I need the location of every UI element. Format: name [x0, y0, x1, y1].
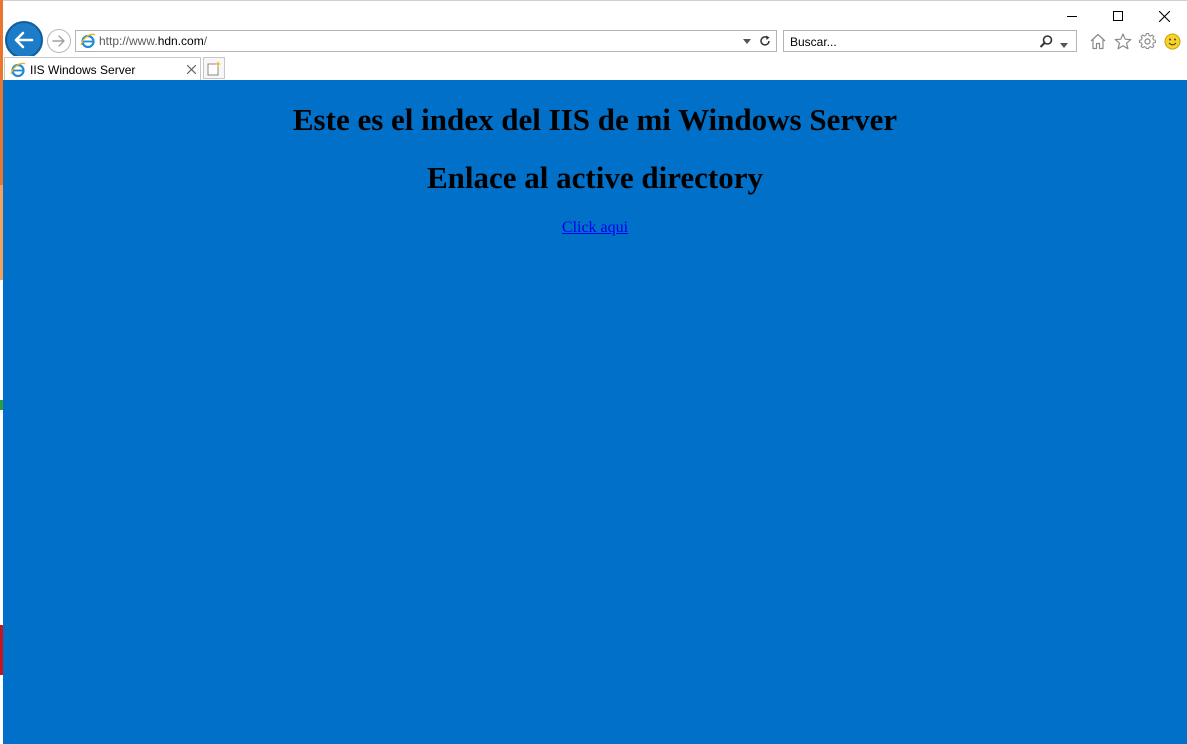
- window-caption-buttons: [1049, 1, 1187, 31]
- search-input[interactable]: [790, 34, 1030, 49]
- ie-icon: [80, 33, 96, 52]
- tab-bar: IIS Windows Server: [3, 56, 1187, 80]
- refresh-icon: [760, 35, 770, 46]
- minimize-button[interactable]: [1049, 1, 1095, 31]
- page-subheading: Enlace al active directory: [426, 160, 764, 195]
- close-button[interactable]: [1141, 1, 1187, 31]
- forward-button[interactable]: [47, 29, 71, 53]
- smiley-icon: [1164, 33, 1181, 49]
- home-icon: [1090, 33, 1105, 49]
- address-bar[interactable]: http://www.hdn.com/: [75, 30, 777, 52]
- search-button[interactable]: [1039, 34, 1054, 52]
- search-box: [783, 30, 1077, 52]
- favorites-button[interactable]: [1113, 30, 1132, 52]
- search-icon: [1039, 35, 1053, 48]
- browser-window: http://www.hdn.com/ Buscar... IIS Window…: [3, 0, 1187, 744]
- back-button[interactable]: [5, 21, 43, 59]
- home-button[interactable]: [1088, 30, 1107, 52]
- tab-title: IIS Windows Server: [30, 63, 136, 77]
- maximize-button[interactable]: [1095, 1, 1141, 31]
- toolbar-icons: [1088, 30, 1182, 52]
- new-tab-button[interactable]: [203, 57, 225, 79]
- maximize-icon: [1113, 11, 1123, 21]
- feedback-button[interactable]: [1163, 30, 1182, 52]
- refresh-button[interactable]: [758, 34, 772, 48]
- forward-arrow-icon: [52, 35, 65, 47]
- address-dropdown-button[interactable]: [741, 34, 753, 48]
- new-tab-icon: [207, 60, 221, 75]
- close-icon: [186, 64, 196, 74]
- back-arrow-icon: [14, 31, 34, 49]
- dropdown-icon: [743, 38, 751, 44]
- ie-icon: [10, 62, 26, 81]
- close-icon: [1158, 10, 1170, 22]
- tools-button[interactable]: [1138, 30, 1157, 52]
- address-url: http://www.hdn.com/: [99, 34, 208, 48]
- search-dropdown-button[interactable]: [1060, 37, 1068, 51]
- favorites-star-icon: [1114, 32, 1131, 49]
- active-directory-link[interactable]: Click aqui: [562, 219, 628, 236]
- page-heading: Este es el index del IIS de mi Windows S…: [292, 102, 898, 137]
- dropdown-icon: [1060, 43, 1068, 48]
- minimize-icon: [1067, 16, 1077, 17]
- tab-iis-windows-server[interactable]: IIS Windows Server: [4, 57, 201, 80]
- gear-icon: [1139, 32, 1156, 49]
- page-content: Este es el index del IIS de mi Windows S…: [3, 80, 1187, 744]
- tab-close-button[interactable]: [184, 62, 198, 76]
